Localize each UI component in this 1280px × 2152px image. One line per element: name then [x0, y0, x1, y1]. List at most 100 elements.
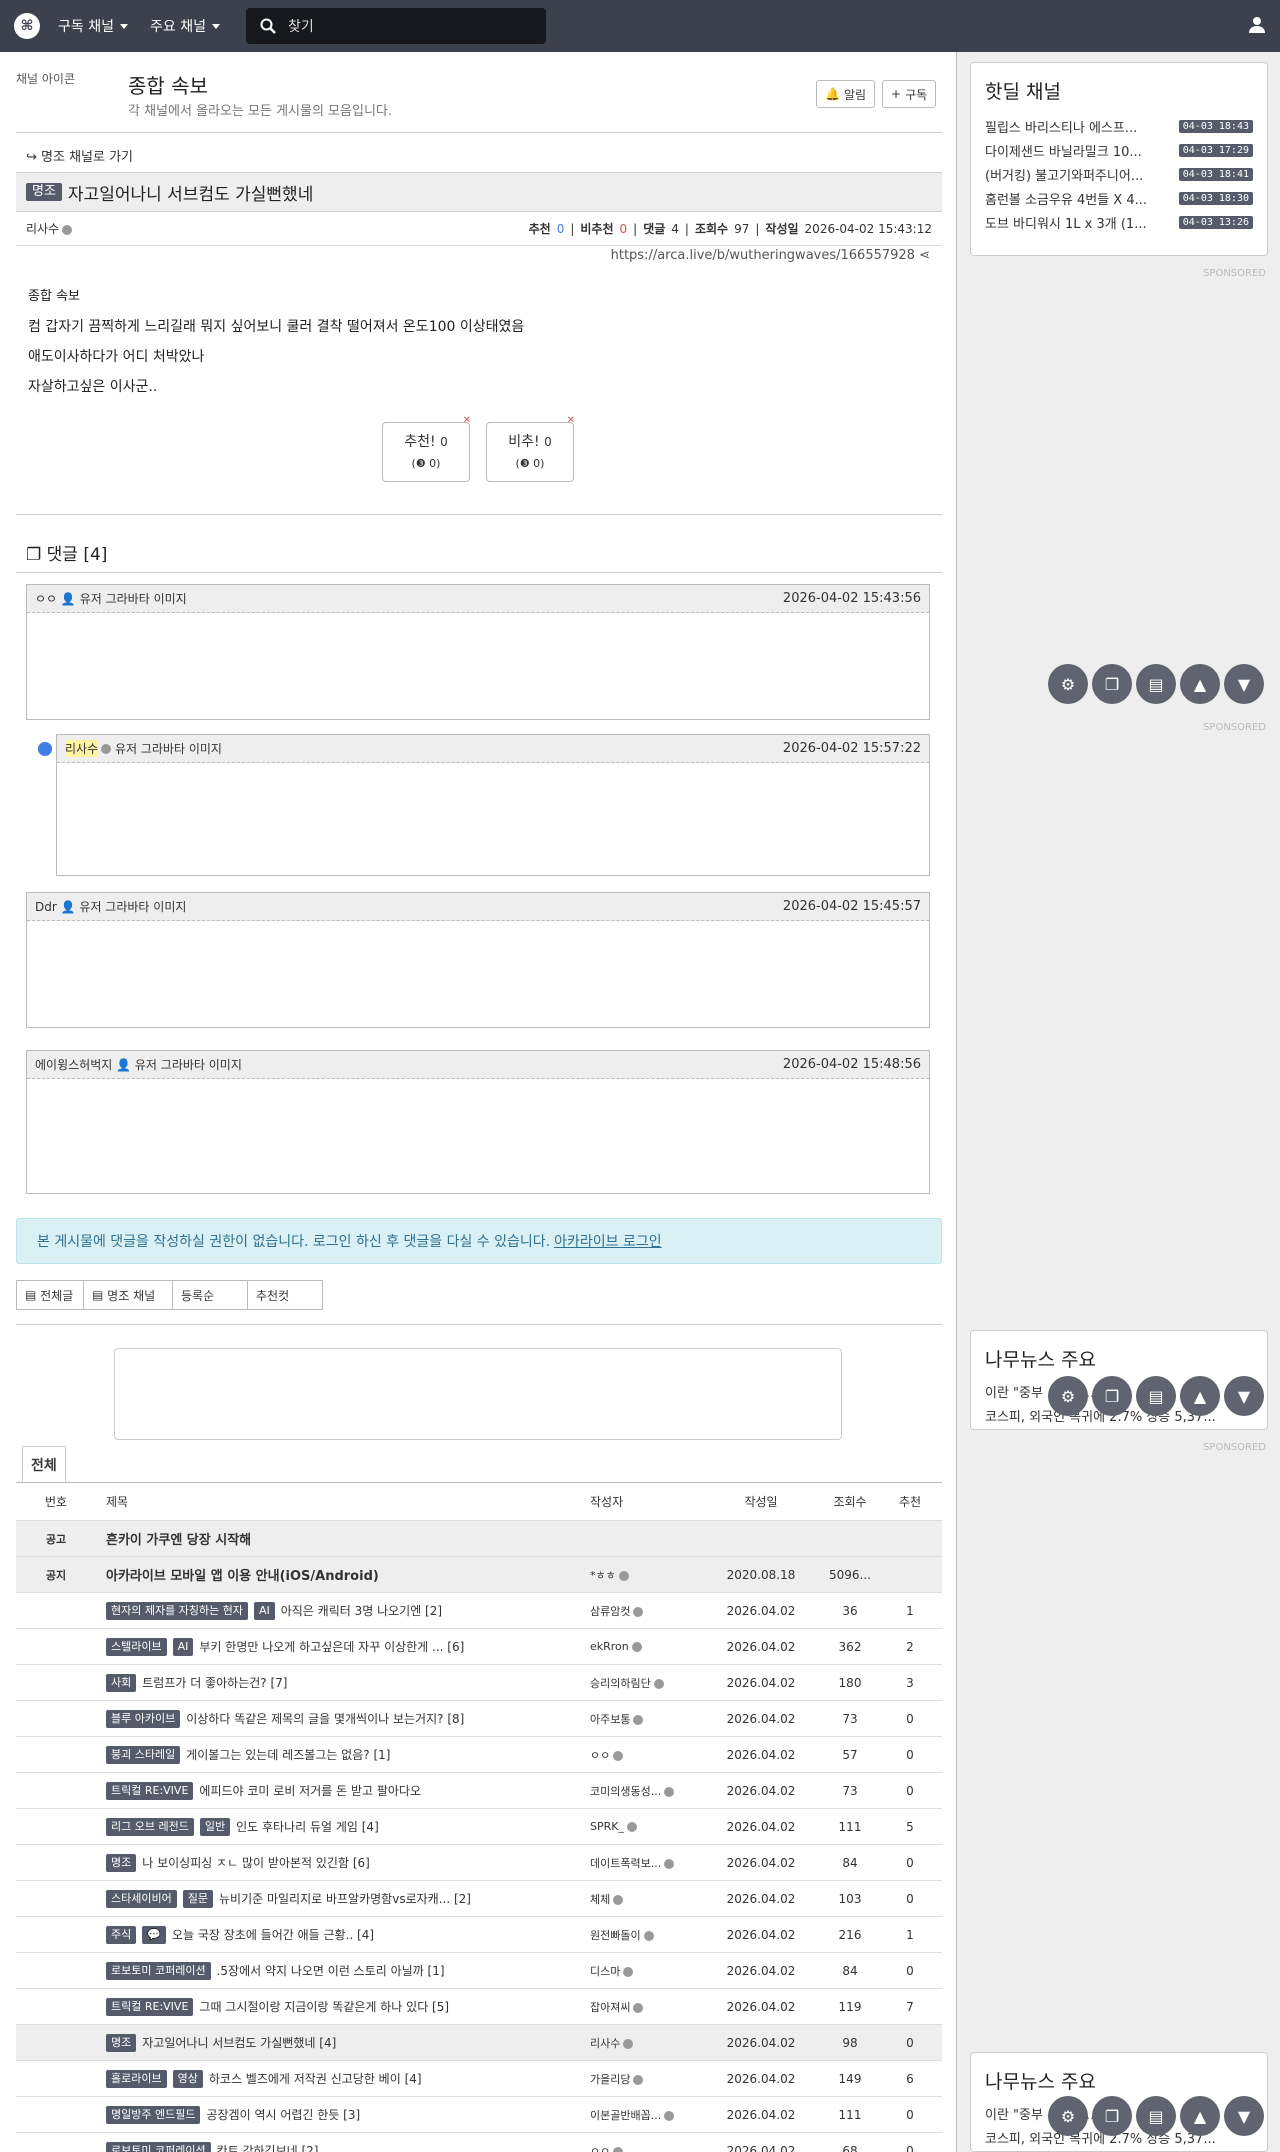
table-row[interactable]: 스타세이비어 질문 뉴비기준 마일리지로 바프알카명함vs로자캐... [2] 체체 2…	[16, 1881, 942, 1917]
row-title[interactable]: 주식 💬 오늘 국장 장초에 들어간 애들 근황.. [4]	[96, 1925, 590, 1944]
category-badge[interactable]: 영상	[172, 2069, 203, 2088]
category-badge[interactable]: 현자의 제자를 자칭하는 현자	[106, 1601, 248, 1620]
category-badge[interactable]: 블루 아카이브	[106, 1709, 181, 1728]
row-title[interactable]: 붕괴 스타레일 게이볼그는 있는데 레즈볼그는 없음? [1]	[96, 1745, 590, 1764]
row-title[interactable]: 명조 나 보이싱피싱 ㅈㄴ 많이 받아본적 있긴함 [6]	[96, 1853, 590, 1872]
row-author[interactable]: 삼류암컷	[590, 1603, 700, 1619]
category-badge[interactable]: 명조	[106, 1853, 137, 1872]
category-badge[interactable]: 트릭컬 RE:VIVE	[106, 1781, 194, 1800]
scroll-down-icon[interactable]: ▼	[1224, 664, 1264, 704]
row-author[interactable]: 이본골반배꼽...	[590, 2107, 700, 2123]
category-badge[interactable]: 사회	[106, 1673, 137, 1692]
row-author[interactable]: 코미의생동성...	[590, 1783, 700, 1799]
comment-author[interactable]: Ddr	[35, 900, 57, 914]
settings-icon[interactable]: ⚙	[1048, 2096, 1088, 2136]
row-author[interactable]: 가을리당	[590, 2071, 700, 2087]
comments-icon[interactable]: ❐	[1092, 2096, 1132, 2136]
table-row[interactable]: 로보토미 코퍼레이션 .5장에서 약지 나오면 이런 스토리 아닐까 [1] 디스마…	[16, 1953, 942, 1989]
vote-up-button[interactable]: ✕ 추천! 0 (❸ 0)	[382, 415, 471, 482]
table-row[interactable]: 주식 💬 오늘 국장 장초에 들어간 애들 근황.. [4] 원전빠돌이 2026.04…	[16, 1917, 942, 1953]
row-author[interactable]: 승리의하림단	[590, 1675, 700, 1691]
table-row[interactable]: 리그 오브 레전드 일반 인도 후타나리 듀얼 게임 [4] SPRK_ 2026.04…	[16, 1809, 942, 1845]
row-author[interactable]: 잡아져씨	[590, 1999, 700, 2015]
table-row[interactable]: 블루 아카이브 이상하다 똑같은 제목의 글을 몇개씩이나 보는거지? [8] 아주…	[16, 1701, 942, 1737]
goto-channel-link[interactable]: ↪ 명조 채널로 가기	[26, 146, 133, 165]
table-row[interactable]: 홀로라이브 영상 하코스 벨즈에게 저작권 신고당한 베이 [4] 가을리당 2026.…	[16, 2061, 942, 2097]
category-badge[interactable]: AI	[253, 1601, 275, 1620]
row-title[interactable]: 흔카이 가쿠엔 당장 시작해	[96, 1529, 590, 1548]
table-row[interactable]: 명조 자고일어나니 서브컴도 가실뻔했네 [4] 리사수 2026.04.02 98 0	[16, 2025, 942, 2061]
hotdeal-title[interactable]: 핫딜 채널	[985, 77, 1253, 104]
row-title[interactable]: 로보토미 코퍼레이션 칸트 강하긴보네 [2]	[96, 2141, 590, 2152]
news-title[interactable]: 나무뉴스 주요	[985, 2067, 1253, 2094]
tab-register-order[interactable]: 등록순	[172, 1280, 248, 1310]
post-author[interactable]: 리사수	[26, 220, 73, 237]
row-author[interactable]: *ㅎㅎ	[590, 1567, 700, 1583]
comment-author[interactable]: 리사수	[65, 740, 99, 757]
table-row[interactable]: 로보토미 코퍼레이션 칸트 강하긴보네 [2] ㅇㅇ 2026.04.02 68 0	[16, 2133, 942, 2152]
table-row[interactable]: 트릭컬 RE:VIVE 에피드야 코미 로비 저거를 돈 받고 팔아다오 코미의생동…	[16, 1773, 942, 1809]
post-url[interactable]: https://arca.live/b/wutheringwaves/16655…	[611, 248, 930, 263]
row-title[interactable]: 트릭컬 RE:VIVE 에피드야 코미 로비 저거를 돈 받고 팔아다오	[96, 1781, 590, 1800]
ad-banner[interactable]	[114, 1348, 842, 1440]
comment-author[interactable]: ㅇㅇ	[35, 590, 57, 607]
category-badge[interactable]: AI	[172, 1637, 194, 1656]
table-row[interactable]: 공지 아카라이브 모바일 앱 이용 안내(iOS/Android) *ㅎㅎ 2020.…	[16, 1557, 942, 1593]
row-author[interactable]: 리사수	[590, 2035, 700, 2051]
row-title[interactable]: 명조 자고일어나니 서브컴도 가실뻔했네 [4]	[96, 2033, 590, 2052]
category-badge[interactable]: 명조	[26, 183, 62, 201]
category-badge[interactable]: 일반	[199, 1817, 231, 1836]
tab-recommend-cut[interactable]: 추천컷	[247, 1280, 323, 1310]
search-input[interactable]: 찾기	[245, 8, 546, 44]
row-title[interactable]: 블루 아카이브 이상하다 똑같은 제목의 글을 몇개씩이나 보는거지? [8]	[96, 1709, 590, 1728]
category-badge[interactable]: 💬	[142, 1925, 166, 1944]
hotdeal-item[interactable]: 필립스 바리스티나 에스프... 04-03 18:43	[985, 114, 1253, 138]
category-badge[interactable]: 붕괴 스타레일	[106, 1745, 181, 1764]
table-row[interactable]: 스텔라이브 AI 부키 한명만 나오게 하고싶은데 자꾸 이상한게 ... [6] e…	[16, 1629, 942, 1665]
row-title[interactable]: 스타세이비어 질문 뉴비기준 마일리지로 바프알카명함vs로자캐... [2]	[96, 1889, 590, 1908]
list-icon[interactable]: ▤	[1136, 2096, 1176, 2136]
user-icon[interactable]	[1248, 16, 1266, 34]
table-row[interactable]: 트릭컬 RE:VIVE 그때 그시절이랑 지금이랑 똑같은게 하나 있다 [5] 잡…	[16, 1989, 942, 2025]
vote-down-button[interactable]: ✕ 비추! 0 (❸ 0)	[486, 415, 575, 482]
scroll-down-icon[interactable]: ▼	[1224, 1376, 1264, 1416]
scroll-up-icon[interactable]: ▲	[1180, 664, 1220, 704]
hotdeal-item[interactable]: (버거킹) 불고기와퍼주니어... 04-03 18:41	[985, 162, 1253, 186]
news-title[interactable]: 나무뉴스 주요	[985, 1345, 1253, 1372]
category-badge[interactable]: 로보토미 코퍼레이션	[106, 2141, 211, 2152]
hotdeal-item[interactable]: 홈런볼 소금우유 4번들 X 4... 04-03 18:30	[985, 186, 1253, 210]
row-title[interactable]: 홀로라이브 영상 하코스 벨즈에게 저작권 신고당한 베이 [4]	[96, 2069, 590, 2088]
scroll-up-icon[interactable]: ▲	[1180, 2096, 1220, 2136]
row-author[interactable]: SPRK_	[590, 1820, 700, 1833]
table-row[interactable]: 명일방주 엔드필드 공장겜이 역시 어렵긴 한듯 [3] 이본골반배꼽... 2026…	[16, 2097, 942, 2133]
login-link[interactable]: 아카라이브 로그인	[554, 1231, 662, 1251]
table-row[interactable]: 명조 나 보이싱피싱 ㅈㄴ 많이 받아본적 있긴함 [6] 데이트폭력보... 202…	[16, 1845, 942, 1881]
hotdeal-item[interactable]: 다이제샌드 바닐라밀크 10... 04-03 17:29	[985, 138, 1253, 162]
tab-all[interactable]: 전체	[22, 1446, 66, 1482]
table-row[interactable]: 붕괴 스타레일 게이볼그는 있는데 레즈볼그는 없음? [1] ㅇㅇ 2026.04.…	[16, 1737, 942, 1773]
category-badge[interactable]: 스타세이비어	[106, 1889, 177, 1908]
row-author[interactable]: 체체	[590, 1891, 700, 1907]
alarm-button[interactable]: 🔔 알림	[816, 80, 876, 108]
tab-channel[interactable]: ▤ 명조 채널	[83, 1280, 173, 1310]
category-badge[interactable]: 스텔라이브	[106, 1637, 167, 1656]
category-badge[interactable]: 트릭컬 RE:VIVE	[106, 1997, 194, 2016]
row-title[interactable]: 현자의 제자를 자칭하는 현자 AI 아직은 캐릭터 3명 나오기엔 [2]	[96, 1601, 590, 1620]
hotdeal-item[interactable]: 도브 바디워시 1L x 3개 (1... 04-03 13:26	[985, 210, 1253, 234]
category-badge[interactable]: 명조	[106, 2033, 137, 2052]
comment-author[interactable]: 에이윙스허벅지	[35, 1056, 112, 1073]
site-logo-icon[interactable]: ⌘	[14, 13, 40, 39]
category-badge[interactable]: 리그 오브 레전드	[106, 1817, 194, 1836]
category-badge[interactable]: 명일방주 엔드필드	[106, 2105, 201, 2124]
settings-icon[interactable]: ⚙	[1048, 664, 1088, 704]
main-channels-dropdown[interactable]: 주요 채널	[150, 16, 220, 36]
category-badge[interactable]: 질문	[182, 1889, 213, 1908]
table-row[interactable]: 현자의 제자를 자칭하는 현자 AI 아직은 캐릭터 3명 나오기엔 [2] 삼류암컷…	[16, 1593, 942, 1629]
row-title[interactable]: 리그 오브 레전드 일반 인도 후타나리 듀얼 게임 [4]	[96, 1817, 590, 1836]
scroll-down-icon[interactable]: ▼	[1224, 2096, 1264, 2136]
row-title[interactable]: 아카라이브 모바일 앱 이용 안내(iOS/Android)	[96, 1565, 590, 1584]
row-author[interactable]: 원전빠돌이	[590, 1927, 700, 1943]
row-author[interactable]: 아주보통	[590, 1711, 700, 1727]
category-badge[interactable]: 홀로라이브	[106, 2069, 167, 2088]
tab-all-posts[interactable]: ▤ 전체글	[16, 1280, 84, 1310]
